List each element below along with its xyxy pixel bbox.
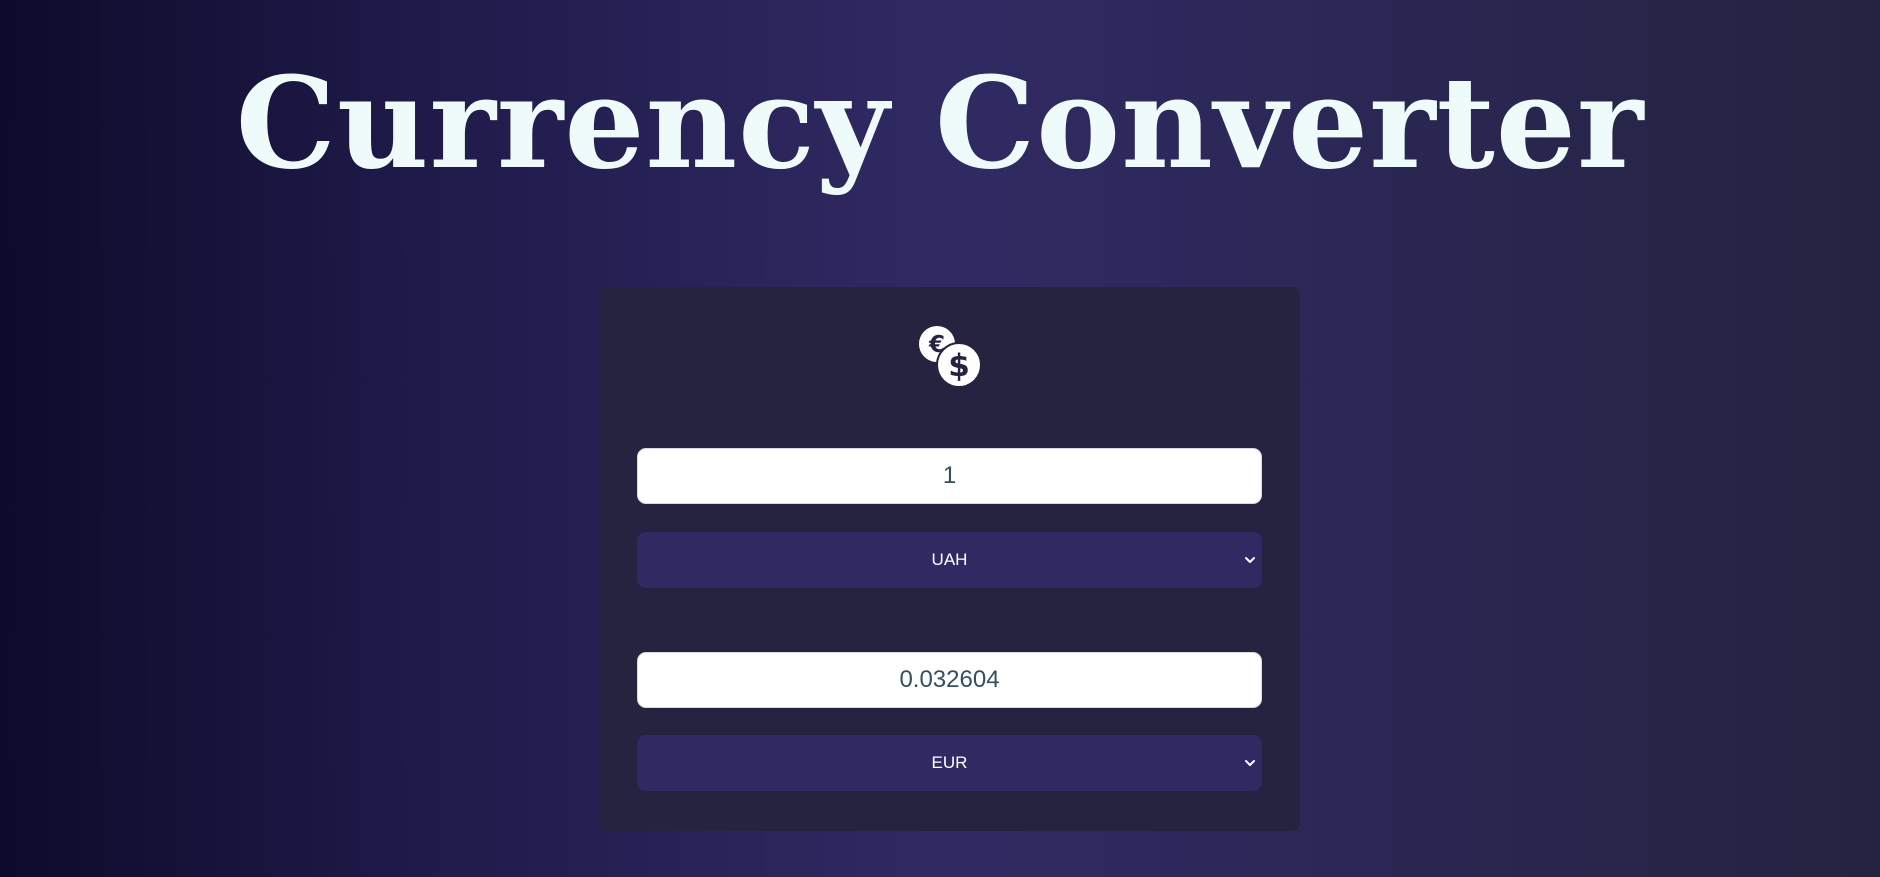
currency-exchange-icon: € $ [917,324,982,388]
from-currency-select[interactable]: UAH [637,532,1262,588]
from-amount-input[interactable] [637,448,1262,504]
to-currency-label: EUR [931,753,968,772]
chevron-down-icon [1245,760,1255,766]
page-title: Currency Converter [235,49,1645,197]
chevron-down-icon [1245,557,1255,563]
to-amount-input[interactable] [637,652,1262,708]
svg-text:$: $ [948,348,970,384]
from-currency-label: UAH [931,550,968,569]
to-currency-select[interactable]: EUR [637,735,1262,791]
